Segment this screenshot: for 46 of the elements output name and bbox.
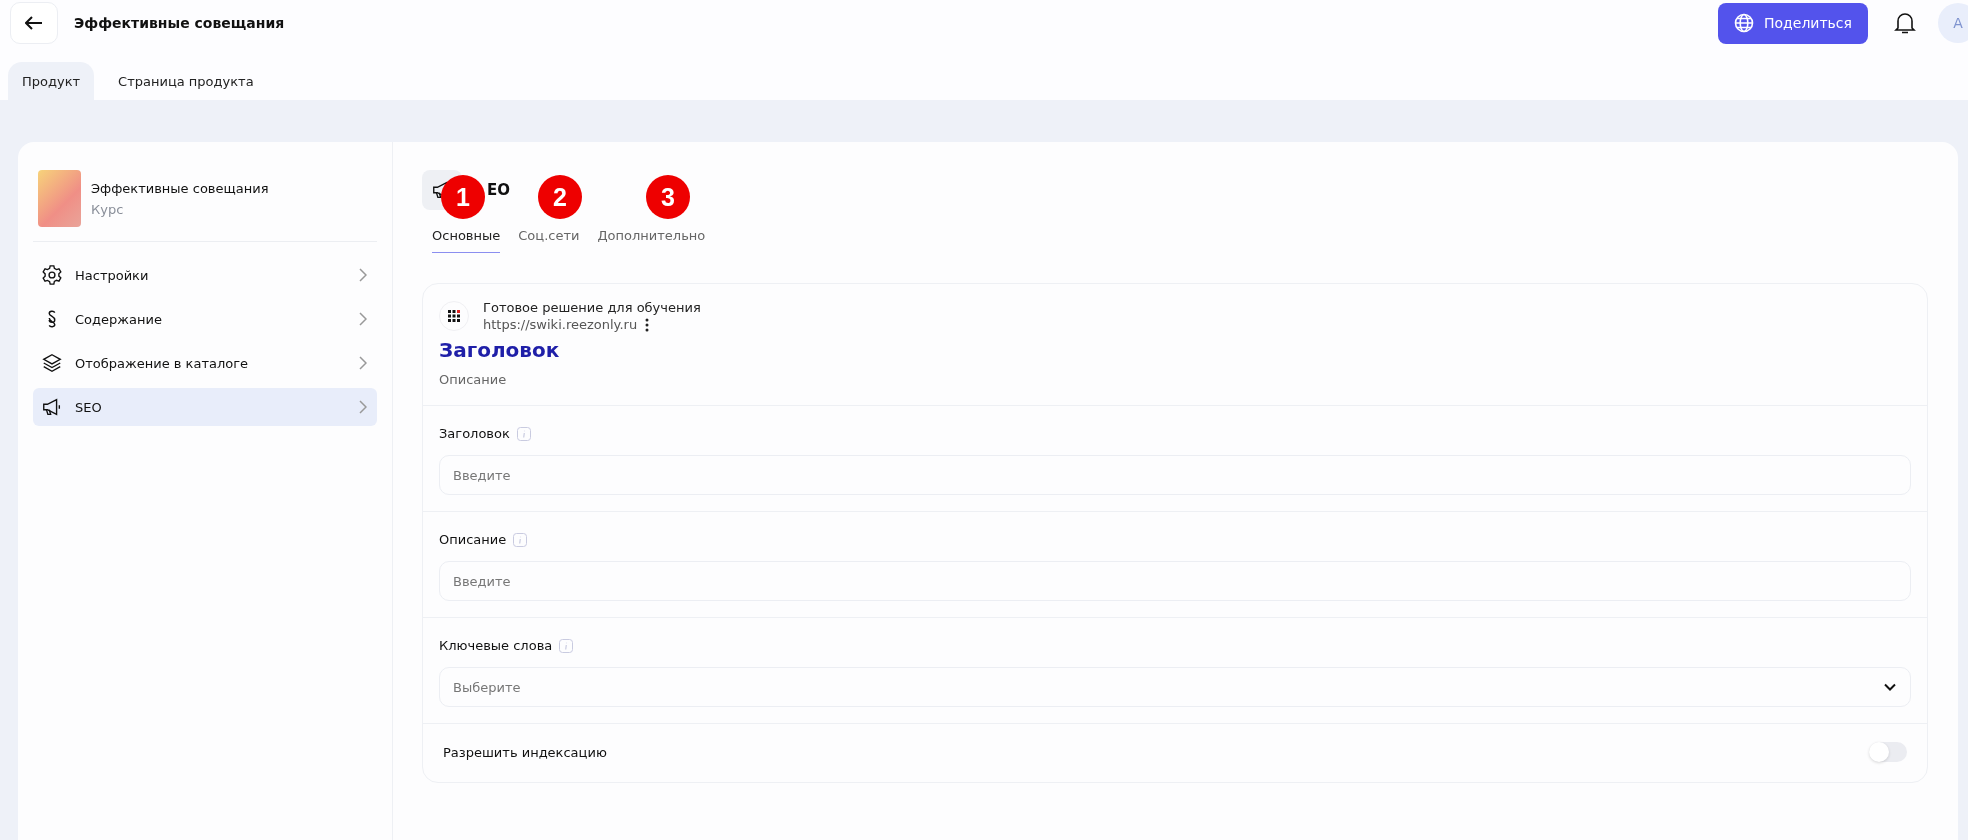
select-field[interactable]: Выберите bbox=[439, 667, 1911, 707]
sidebar-item[interactable]: Отображение в каталоге bbox=[33, 344, 377, 382]
info-icon[interactable] bbox=[559, 638, 574, 653]
section-title: EO bbox=[487, 181, 510, 199]
course-cover-image bbox=[38, 170, 81, 227]
info-icon[interactable] bbox=[513, 532, 528, 547]
more-icon[interactable] bbox=[645, 317, 650, 332]
tab[interactable]: Соц.сети bbox=[518, 222, 580, 253]
preview-title: Заголовок bbox=[439, 338, 561, 362]
tab[interactable]: Страница продукта bbox=[104, 62, 268, 100]
annotation-marker: 3 bbox=[646, 175, 690, 219]
input-field[interactable]: Введите bbox=[439, 455, 1911, 495]
site-name: Готовое решение для обучения bbox=[483, 300, 701, 315]
chevron-right-icon bbox=[359, 312, 367, 326]
tab[interactable]: Продукт bbox=[8, 62, 95, 100]
bell-icon[interactable] bbox=[1894, 11, 1916, 35]
field-label: Описание bbox=[439, 532, 507, 547]
product-type: Курс bbox=[91, 201, 125, 217]
layers-icon bbox=[41, 352, 63, 374]
chevron-down-icon bbox=[1884, 683, 1896, 691]
indexing-label: Разрешить индексацию bbox=[443, 744, 607, 760]
sidebar-item[interactable]: Настройки bbox=[33, 256, 377, 294]
page-title: Эффективные совещания bbox=[74, 15, 285, 31]
settings-icon bbox=[41, 264, 63, 286]
site-url: https://swiki.reezonly.ru bbox=[483, 317, 638, 332]
toggle-switch[interactable] bbox=[1869, 742, 1907, 762]
globe-icon bbox=[1734, 13, 1755, 33]
chevron-right-icon bbox=[359, 400, 367, 414]
field-label: Заголовок bbox=[439, 426, 510, 441]
info-icon[interactable] bbox=[516, 426, 531, 441]
sidebar-item[interactable]: SEO bbox=[33, 388, 377, 426]
back-button[interactable] bbox=[10, 2, 58, 44]
sidebar-item[interactable]: Содержание bbox=[33, 300, 377, 338]
preview-description: Описание bbox=[439, 372, 508, 387]
share-button[interactable]: Поделиться bbox=[1718, 2, 1868, 44]
product-name: Эффективные совещания bbox=[91, 180, 269, 196]
megaphone-icon bbox=[41, 396, 63, 418]
chevron-right-icon bbox=[359, 268, 367, 282]
tab[interactable]: Дополнительно bbox=[597, 222, 706, 253]
back-arrow-icon bbox=[25, 16, 43, 30]
tab[interactable]: Основные bbox=[432, 222, 501, 253]
annotation-marker: 2 bbox=[538, 175, 582, 219]
annotation-marker: 1 bbox=[441, 175, 485, 219]
chevron-right-icon bbox=[359, 356, 367, 370]
input-field[interactable]: Введите bbox=[439, 561, 1911, 601]
field-label: Ключевые слова bbox=[439, 638, 553, 653]
